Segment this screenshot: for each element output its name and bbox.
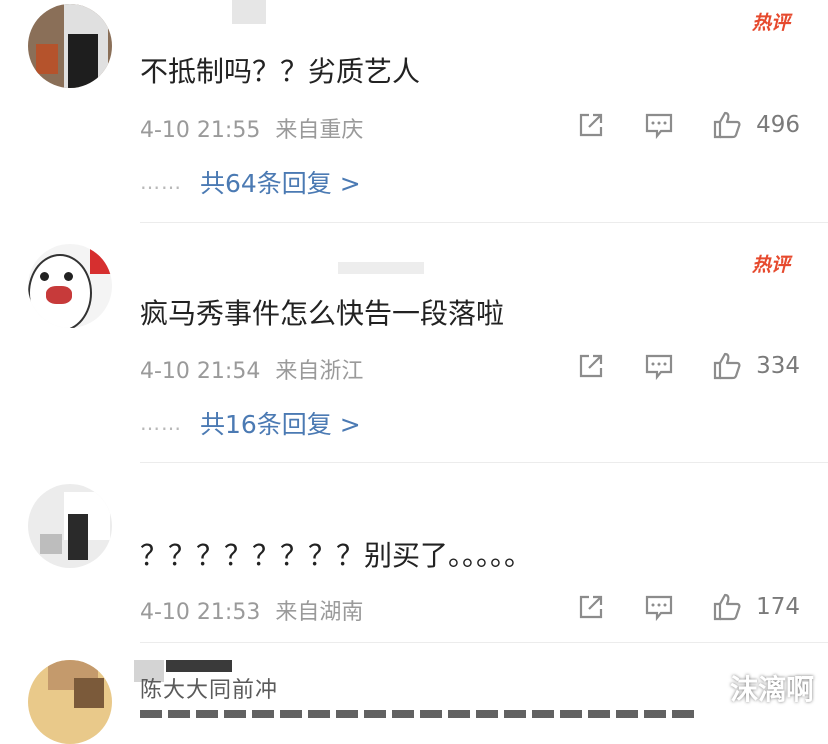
username-mask	[232, 0, 266, 24]
like-count: 334	[756, 353, 800, 379]
forward-icon[interactable]	[576, 110, 606, 140]
view-replies-link[interactable]: …… 共16条回复 >	[140, 407, 361, 439]
watermark: 沫漓啊	[729, 673, 814, 706]
forward-icon[interactable]	[576, 351, 606, 381]
comment-text-cutoff	[140, 710, 700, 718]
divider	[140, 462, 828, 463]
comment-text: 疯马秀事件怎么快告一段落啦	[140, 297, 505, 330]
comment-actions: 496	[538, 108, 800, 142]
comment-location: 来自湖南	[275, 600, 364, 625]
comment-text: ？？？？？？？？别买了。。。。。	[140, 539, 533, 572]
reply-dots: ……	[140, 411, 182, 435]
comment-actions: 174	[538, 590, 800, 624]
like-count: 174	[756, 594, 800, 620]
comment-actions: 334	[538, 349, 800, 383]
comment-time: 4-10 21:53	[140, 600, 261, 625]
forward-icon[interactable]	[576, 592, 606, 622]
comment-meta: 4-10 21:53 来自湖南	[140, 594, 363, 626]
avatar[interactable]	[28, 244, 112, 328]
username-mask	[338, 262, 424, 274]
view-replies-link[interactable]: …… 共64条回复 >	[140, 166, 361, 198]
reply-count-label: 共64条回复 >	[200, 169, 361, 198]
comment-meta: 4-10 21:54 来自浙江	[140, 353, 363, 385]
comment-icon[interactable]	[644, 592, 674, 622]
like-icon[interactable]	[712, 592, 742, 622]
divider	[140, 222, 828, 223]
hot-comment-badge: 热评	[751, 12, 790, 34]
comment-location: 来自浙江	[275, 359, 364, 384]
comment-icon[interactable]	[644, 110, 674, 140]
avatar[interactable]	[28, 660, 112, 744]
comment-meta: 4-10 21:55 来自重庆	[140, 112, 363, 144]
comment-time: 4-10 21:55	[140, 118, 261, 143]
hot-comment-badge: 热评	[751, 254, 790, 276]
reply-count-label: 共16条回复 >	[200, 410, 361, 439]
like-icon[interactable]	[712, 351, 742, 381]
comment-location: 来自重庆	[275, 118, 364, 143]
like-icon[interactable]	[712, 110, 742, 140]
divider	[140, 642, 828, 643]
reply-dots: ……	[140, 170, 182, 194]
avatar[interactable]	[28, 484, 112, 568]
username-mask	[166, 660, 232, 672]
comment-icon[interactable]	[644, 351, 674, 381]
comment-item: 热评 不抵制吗？？劣质艺人 4-10 21:55 来自重庆 496 …… 共64…	[0, 0, 828, 223]
comment-time: 4-10 21:54	[140, 359, 261, 384]
avatar[interactable]	[28, 4, 112, 88]
like-count: 496	[756, 112, 800, 138]
username[interactable]: 陈大大同前冲	[140, 672, 278, 704]
comment-text: 不抵制吗？？劣质艺人	[140, 55, 421, 88]
